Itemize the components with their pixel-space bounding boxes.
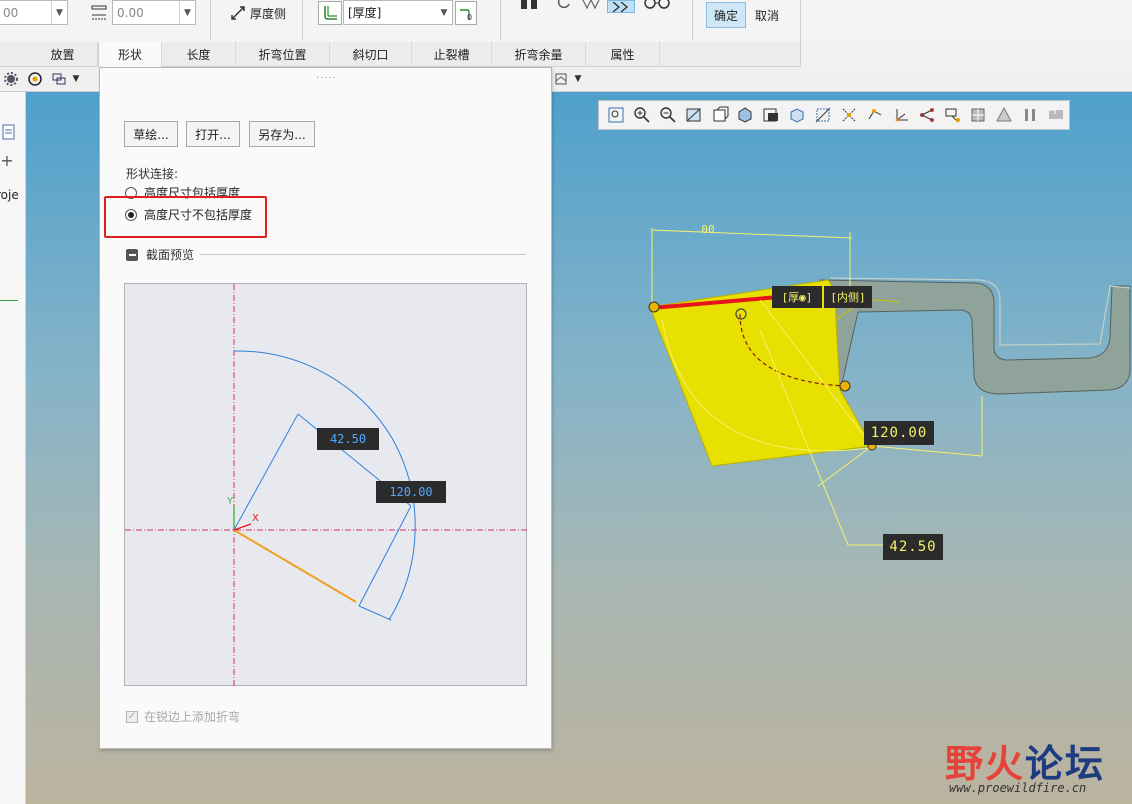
repaint-icon[interactable] [707,102,733,128]
thickness-side-tag[interactable]: [厚◉] [772,286,822,308]
display-style-icon[interactable] [732,102,758,128]
axis-y-label: Y [227,496,234,507]
watermark-title: 野火论坛 [945,733,1105,788]
section-preview-header[interactable]: 截面预览 [126,246,526,263]
dimension-42[interactable]: 42.50 [883,534,943,560]
dim-line [651,229,853,239]
watermark-char-b: 火 [985,742,1026,786]
preview-dimension-120[interactable]: 120.00 [376,481,446,503]
save-as-button[interactable]: 另存为... [249,121,315,147]
annotation-display-icon[interactable] [940,102,966,128]
add-bend-checkbox[interactable]: ✓ [126,710,138,723]
spin-center-icon[interactable] [914,102,940,128]
add-bend-option[interactable]: ✓ 在锐边上添加折弯 [126,708,240,725]
drag-handle [839,380,851,392]
axis-display-icon[interactable] [836,102,862,128]
preview-drawing [125,284,528,687]
pause-icon[interactable] [1017,102,1043,128]
perspective-icon[interactable] [991,102,1017,128]
view-manager-icon[interactable] [784,102,810,128]
inside-tag[interactable]: [内侧] [824,286,872,308]
refit-icon[interactable] [681,102,707,128]
watermark-logo: 野火论坛 www.proewildfire.cn [945,725,1125,800]
saved-views-icon[interactable] [758,102,784,128]
plane-display-icon[interactable] [810,102,836,128]
drag-handle [648,301,660,313]
section-preview-canvas: Y X 42.50 120.00 [124,283,528,687]
csys-display-icon[interactable] [888,102,914,128]
watermark-char-c: 论坛 [1025,742,1106,786]
add-bend-label: 在锐边上添加折弯 [144,710,241,724]
zoom-out-icon[interactable] [655,102,681,128]
point-display-icon[interactable] [862,102,888,128]
end-icon[interactable] [1043,102,1069,128]
view-toolbar [598,100,1070,130]
axis-x-label: X [252,513,259,524]
watermark-char-a: 野 [945,742,986,786]
top-dimension[interactable]: 00 [690,222,726,236]
shape-connection-label: 形状连接: [126,167,179,181]
sketch-button[interactable]: 草绘... [124,121,178,147]
appearance-icon[interactable] [965,102,991,128]
dimension-120[interactable]: 120.00 [864,421,934,445]
open-button[interactable]: 打开... [186,121,240,147]
panel-grip[interactable]: ····· [316,73,337,84]
dim-line [871,445,983,457]
highlight-box [104,196,267,238]
section-divider [200,254,526,255]
watermark-url: www.proewildfire.cn [949,781,1087,795]
preview-dimension-42[interactable]: 42.50 [317,428,379,450]
collapse-icon[interactable] [126,248,138,261]
section-preview-label: 截面预览 [146,248,195,262]
shape-panel: ····· 草绘... 打开... 另存为... 形状连接: 高度尺寸包括厚度 … [99,67,552,749]
zoom-in-icon[interactable] [629,102,655,128]
zoom-fit-icon[interactable] [603,102,629,128]
